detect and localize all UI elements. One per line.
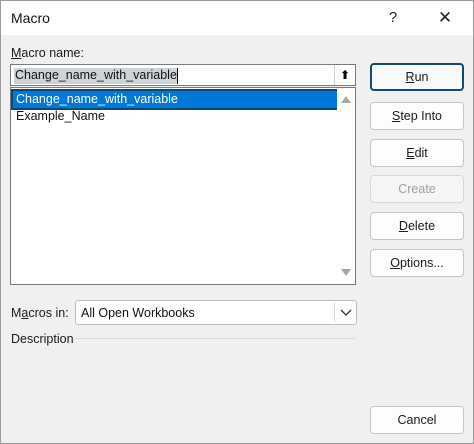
macros-in-label-pre: M — [11, 306, 22, 320]
options-label-post: ptions... — [399, 256, 444, 270]
edit-label-post: dit — [414, 146, 428, 160]
list-item[interactable]: Change_name_with_variable — [11, 89, 339, 110]
delete-label-key: D — [398, 219, 408, 233]
close-button[interactable]: ✕ — [433, 7, 457, 29]
cancel-label: Cancel — [397, 413, 437, 427]
delete-label-post: elete — [407, 219, 436, 233]
list-item[interactable]: Example_Name — [13, 108, 337, 125]
macro-name-input[interactable]: Change_name_with_variable — [10, 64, 356, 86]
scroll-up-icon[interactable] — [341, 96, 351, 103]
list-scrollbar[interactable] — [337, 88, 355, 284]
macros-in-value: All Open Workbooks — [81, 306, 195, 320]
options-label-key: O — [390, 256, 400, 270]
select-divider — [334, 303, 335, 322]
description-label: Description — [11, 332, 74, 346]
macro-name-label-accesskey: M — [11, 46, 22, 60]
step-into-button[interactable]: Step Into — [370, 102, 464, 130]
description-divider — [75, 338, 355, 339]
options-button[interactable]: Options... — [370, 249, 464, 277]
create-label: Create — [398, 182, 436, 196]
edit-label-key: E — [406, 146, 415, 160]
create-button[interactable]: Create — [370, 175, 464, 203]
edit-button[interactable]: Edit — [370, 139, 464, 167]
scroll-down-icon[interactable] — [341, 269, 351, 276]
title-bar: Macro ? ✕ — [1, 1, 473, 35]
run-label-post: un — [414, 70, 429, 84]
chevron-down-icon[interactable] — [338, 304, 354, 320]
macros-in-select[interactable]: All Open Workbooks — [75, 300, 357, 325]
macro-list[interactable]: Change_name_with_variable Example_Name — [10, 87, 356, 285]
up-arrow-icon[interactable]: ⬆ — [334, 65, 355, 85]
run-button[interactable]: Run — [370, 63, 464, 91]
macro-name-label-post: acro name: — [21, 46, 84, 60]
text-caret — [177, 68, 178, 84]
cancel-button[interactable]: Cancel — [370, 406, 464, 434]
macros-in-label: Macros in: — [11, 306, 69, 320]
delete-button[interactable]: Delete — [370, 212, 464, 240]
step-into-label-post: tep Into — [400, 109, 443, 123]
macro-name-label: Macro name: — [11, 46, 84, 60]
macro-name-value: Change_name_with_variable — [14, 68, 178, 84]
run-label-key: R — [405, 70, 415, 84]
help-button[interactable]: ? — [381, 7, 405, 29]
macro-dialog: Macro ? ✕ Macro name: Change_name_with_v… — [0, 0, 474, 444]
macros-in-label-post: cros in: — [28, 306, 69, 320]
window-title: Macro — [11, 10, 50, 26]
